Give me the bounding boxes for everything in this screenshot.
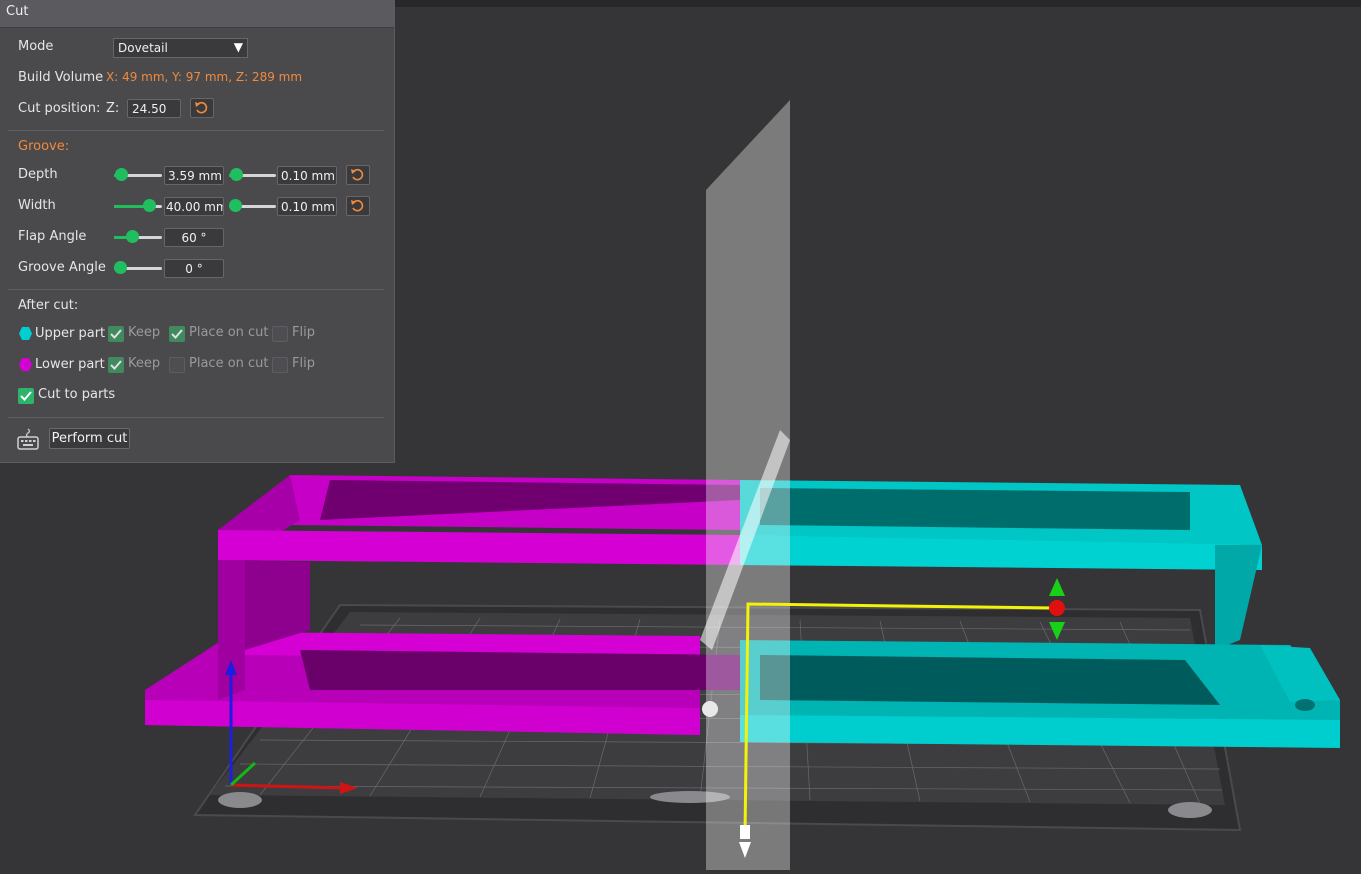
lower-keep-label: Keep <box>128 356 161 371</box>
width-reset-button[interactable] <box>346 196 370 216</box>
depth-tolerance-input[interactable]: 0.10 mm <box>277 166 337 185</box>
cut-panel: Cut Mode Dovetail ▼ Build Volume X: 49 m… <box>0 0 395 463</box>
flap-angle-slider[interactable] <box>114 230 162 244</box>
after-cut-heading: After cut: <box>18 298 79 313</box>
keyboard-icon[interactable] <box>17 427 39 451</box>
lower-place-on-cut-checkbox[interactable] <box>169 357 185 373</box>
flap-angle-label: Flap Angle <box>18 229 87 244</box>
depth-slider-knob[interactable] <box>115 168 128 181</box>
upper-flip-checkbox[interactable] <box>272 326 288 342</box>
check-icon <box>110 360 122 370</box>
width-tolerance-slider[interactable] <box>229 199 276 213</box>
depth-tolerance-knob[interactable] <box>230 168 243 181</box>
check-icon <box>110 329 122 339</box>
groove-angle-label: Groove Angle <box>18 260 106 275</box>
depth-tolerance-slider[interactable] <box>229 168 276 182</box>
build-volume-value: X: 49 mm, Y: 97 mm, Z: 289 mm <box>106 70 303 84</box>
separator <box>8 417 384 418</box>
upper-part-color-icon <box>19 327 32 340</box>
panel-title: Cut <box>6 4 29 19</box>
chevron-down-icon: ▼ <box>233 40 243 54</box>
lower-place-on-cut-label: Place on cut <box>189 356 269 371</box>
depth-slider[interactable] <box>114 168 162 182</box>
mode-dropdown[interactable]: Dovetail ▼ <box>113 38 248 58</box>
cut-position-label: Cut position: <box>18 101 101 116</box>
upper-keep-label: Keep <box>128 325 161 340</box>
upper-place-on-cut-checkbox[interactable] <box>169 326 185 342</box>
build-volume-label: Build Volume <box>18 70 104 85</box>
upper-place-on-cut-label: Place on cut <box>189 325 269 340</box>
check-icon <box>20 391 32 401</box>
upper-flip-label: Flip <box>292 325 315 340</box>
cut-position-reset-button[interactable] <box>190 98 214 118</box>
lower-part-color-icon <box>19 358 32 371</box>
lower-part-label: Lower part <box>35 357 105 372</box>
cut-position-input[interactable]: 24.50 <box>127 99 181 118</box>
separator <box>8 130 384 131</box>
flap-angle-input[interactable]: 60 ° <box>164 228 224 247</box>
width-tolerance-knob[interactable] <box>229 199 242 212</box>
mode-value: Dovetail <box>118 41 168 55</box>
mode-label: Mode <box>18 39 54 54</box>
groove-heading: Groove: <box>18 139 70 154</box>
reset-icon <box>195 101 208 114</box>
width-slider[interactable] <box>114 199 162 213</box>
groove-angle-input[interactable]: 0 ° <box>164 259 224 278</box>
lower-flip-label: Flip <box>292 356 315 371</box>
reset-icon <box>351 168 364 181</box>
width-input[interactable]: 40.00 mm <box>164 197 224 216</box>
panel-title-bar: Cut <box>0 0 394 28</box>
depth-label: Depth <box>18 167 58 182</box>
width-tolerance-input[interactable]: 0.10 mm <box>277 197 337 216</box>
lower-keep-checkbox[interactable] <box>108 357 124 373</box>
check-icon <box>171 329 183 339</box>
cut-axis-label: Z: <box>106 101 120 116</box>
depth-input[interactable]: 3.59 mm <box>164 166 224 185</box>
perform-cut-button[interactable]: Perform cut <box>49 428 130 449</box>
width-slider-knob[interactable] <box>143 199 156 212</box>
upper-keep-checkbox[interactable] <box>108 326 124 342</box>
reset-icon <box>351 199 364 212</box>
cut-to-parts-label: Cut to parts <box>38 387 116 402</box>
separator <box>8 289 384 290</box>
groove-angle-knob[interactable] <box>114 261 127 274</box>
width-label: Width <box>18 198 56 213</box>
cut-to-parts-checkbox[interactable] <box>18 388 34 404</box>
lower-flip-checkbox[interactable] <box>272 357 288 373</box>
flap-angle-knob[interactable] <box>126 230 139 243</box>
depth-reset-button[interactable] <box>346 165 370 185</box>
upper-part-label: Upper part <box>35 326 106 341</box>
groove-angle-slider[interactable] <box>114 261 162 275</box>
